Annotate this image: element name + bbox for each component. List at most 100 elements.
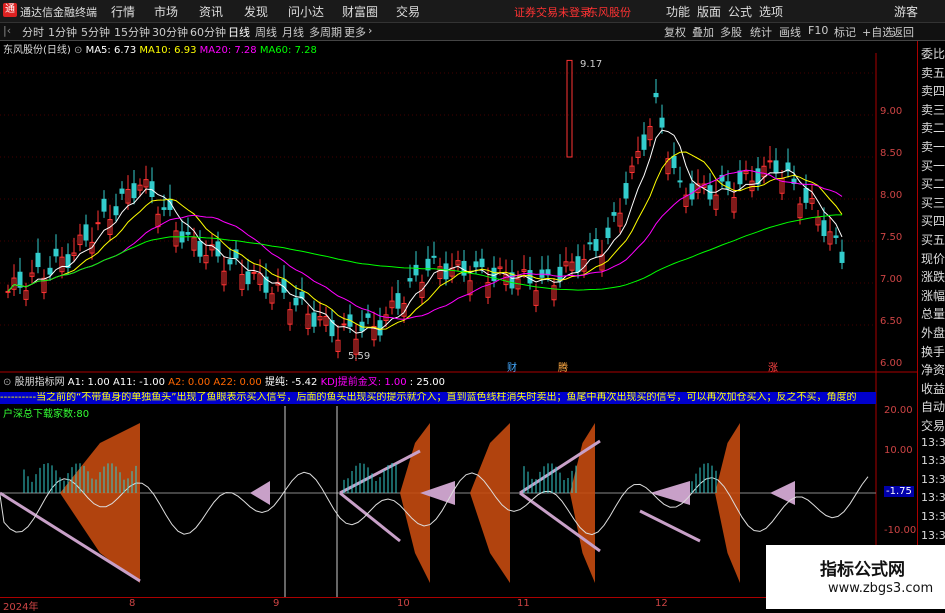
menu-news[interactable]: 资讯 (199, 3, 223, 20)
side-panel-label[interactable]: 外盘 (921, 324, 945, 341)
f10-button[interactable]: F10 (808, 24, 828, 37)
candle-body (119, 188, 125, 194)
candle-body (395, 293, 401, 309)
guest-label[interactable]: 游客 (894, 3, 918, 20)
restore-rights-button[interactable]: 复权 (664, 24, 686, 40)
candle-body (821, 220, 827, 237)
side-panel-label[interactable]: 买二 (921, 175, 945, 192)
param-extra: : 25.00 (409, 377, 445, 388)
price-tick: 8.00 (880, 190, 903, 201)
menu-layout[interactable]: 版面 (697, 3, 721, 20)
tab-timeshare[interactable]: 分时 (22, 24, 44, 40)
candle-body (773, 160, 779, 174)
side-panel-label[interactable]: 13:31 (921, 454, 945, 467)
overlay-button[interactable]: 叠加 (692, 24, 714, 40)
price-grid (0, 72, 876, 326)
side-panel-label[interactable]: 收益 (921, 380, 945, 397)
side-panel-label[interactable]: 13:31 (921, 473, 945, 486)
tab-multi-period[interactable]: 多周期 (309, 24, 342, 40)
mark-button[interactable]: 标记 (834, 24, 856, 40)
candle-body (479, 258, 485, 268)
tab-monthly[interactable]: 月线 (282, 24, 304, 40)
side-panel-label[interactable]: 买一 (921, 157, 945, 174)
side-panel-label[interactable]: 换手 (921, 343, 945, 360)
candle-body (587, 242, 593, 245)
side-panel-label[interactable]: 涨跌 (921, 268, 945, 285)
candle-body (245, 271, 251, 285)
side-panel-label[interactable]: 13:31 (921, 436, 945, 449)
tab-more[interactable]: 更多 (344, 24, 366, 40)
indicator-legend: ⊙ 股朋指标网 A1: 1.00 A11: -1.00 A2: 0.00 A22… (3, 373, 445, 388)
candle-body (407, 278, 413, 282)
tab-15min[interactable]: 15分钟 (114, 24, 150, 40)
login-warning[interactable]: 证券交易未登录 (514, 4, 591, 20)
side-panel-label[interactable]: 涨幅 (921, 287, 945, 304)
menu-formula[interactable]: 公式 (728, 3, 752, 20)
tab-daily[interactable]: 日线 (228, 24, 250, 40)
param-a11: A11: -1.00 (112, 377, 165, 388)
side-panel-label[interactable]: 13:31 (921, 529, 945, 542)
side-panel-label[interactable]: 买四 (921, 212, 945, 229)
trend-stripe (639, 509, 701, 543)
menu-discover[interactable]: 发现 (244, 3, 268, 20)
date-label: 12 (655, 598, 668, 609)
menu-market[interactable]: 市场 (154, 3, 178, 20)
side-panel-label[interactable]: 交易 (921, 417, 945, 434)
tab-30min[interactable]: 30分钟 (152, 24, 188, 40)
side-panel-label[interactable]: 13:31 (921, 510, 945, 523)
menu-quotes[interactable]: 行情 (111, 3, 135, 20)
menu-trade[interactable]: 交易 (396, 3, 420, 20)
side-panel-label[interactable]: 委比 (921, 45, 945, 62)
fish-tail (770, 481, 795, 505)
candle-body (671, 155, 677, 169)
side-panel-label[interactable]: 卖五 (921, 64, 945, 81)
side-panel-label[interactable]: 净资 (921, 361, 945, 378)
indicator-name[interactable]: 股朋指标网 (15, 377, 65, 388)
param-kdj: KDJ提前金叉: 1.00 (320, 377, 407, 388)
menu-function[interactable]: 功能 (666, 3, 690, 20)
marker-finance[interactable]: 财 (507, 359, 517, 374)
add-favorite-button[interactable]: +自选 (862, 24, 893, 40)
candle-body (566, 59, 573, 158)
indicator-pane (0, 406, 876, 597)
side-panel-label[interactable]: 总量 (921, 305, 945, 322)
chevron-right-icon[interactable]: › (368, 24, 372, 37)
indicator-settings-icon[interactable]: ⊙ (3, 377, 11, 388)
menu-wealth[interactable]: 财富圈 (342, 3, 378, 20)
side-panel-label[interactable]: 13:31 (921, 491, 945, 504)
kline-chart[interactable] (0, 41, 917, 598)
menu-ask[interactable]: 问小达 (288, 3, 324, 20)
date-label: 9 (273, 598, 280, 609)
candle-body (197, 240, 203, 257)
side-panel-label[interactable]: 卖三 (921, 101, 945, 118)
marker-rise[interactable]: 腾 (558, 359, 568, 374)
side-panel-label[interactable]: 现价 (921, 250, 945, 267)
side-panel-label[interactable]: 卖一 (921, 138, 945, 155)
high-price-label: 9.17 (580, 59, 603, 70)
candle-body (413, 264, 419, 276)
side-panel-label[interactable]: 卖二 (921, 119, 945, 136)
menu-options[interactable]: 选项 (759, 3, 783, 20)
draw-line-button[interactable]: 画线 (779, 24, 801, 40)
candle-body (839, 251, 845, 263)
date-label: 8 (129, 598, 136, 609)
tab-5min[interactable]: 5分钟 (81, 24, 110, 40)
candle-body (623, 183, 629, 199)
multi-stock-button[interactable]: 多股 (720, 24, 742, 40)
candle-body (611, 212, 617, 216)
back-button[interactable]: 返回 (892, 24, 914, 40)
collapse-icon[interactable]: |‹ (3, 24, 11, 37)
candle-body (83, 224, 89, 241)
side-panel-label[interactable]: 卖四 (921, 82, 945, 99)
side-panel-label[interactable]: 买三 (921, 194, 945, 211)
price-tick: 6.50 (880, 316, 903, 327)
marker-gain[interactable]: 涨 (768, 359, 778, 374)
stats-button[interactable]: 统计 (750, 24, 772, 40)
side-panel-label[interactable]: 买五 (921, 231, 945, 248)
watermark-title: 指标公式网 (820, 560, 905, 580)
side-panel-label[interactable]: 自动 (921, 398, 945, 415)
date-label: 11 (517, 598, 530, 609)
tab-60min[interactable]: 60分钟 (190, 24, 226, 40)
tab-1min[interactable]: 1分钟 (48, 24, 77, 40)
tab-weekly[interactable]: 周线 (255, 24, 277, 40)
